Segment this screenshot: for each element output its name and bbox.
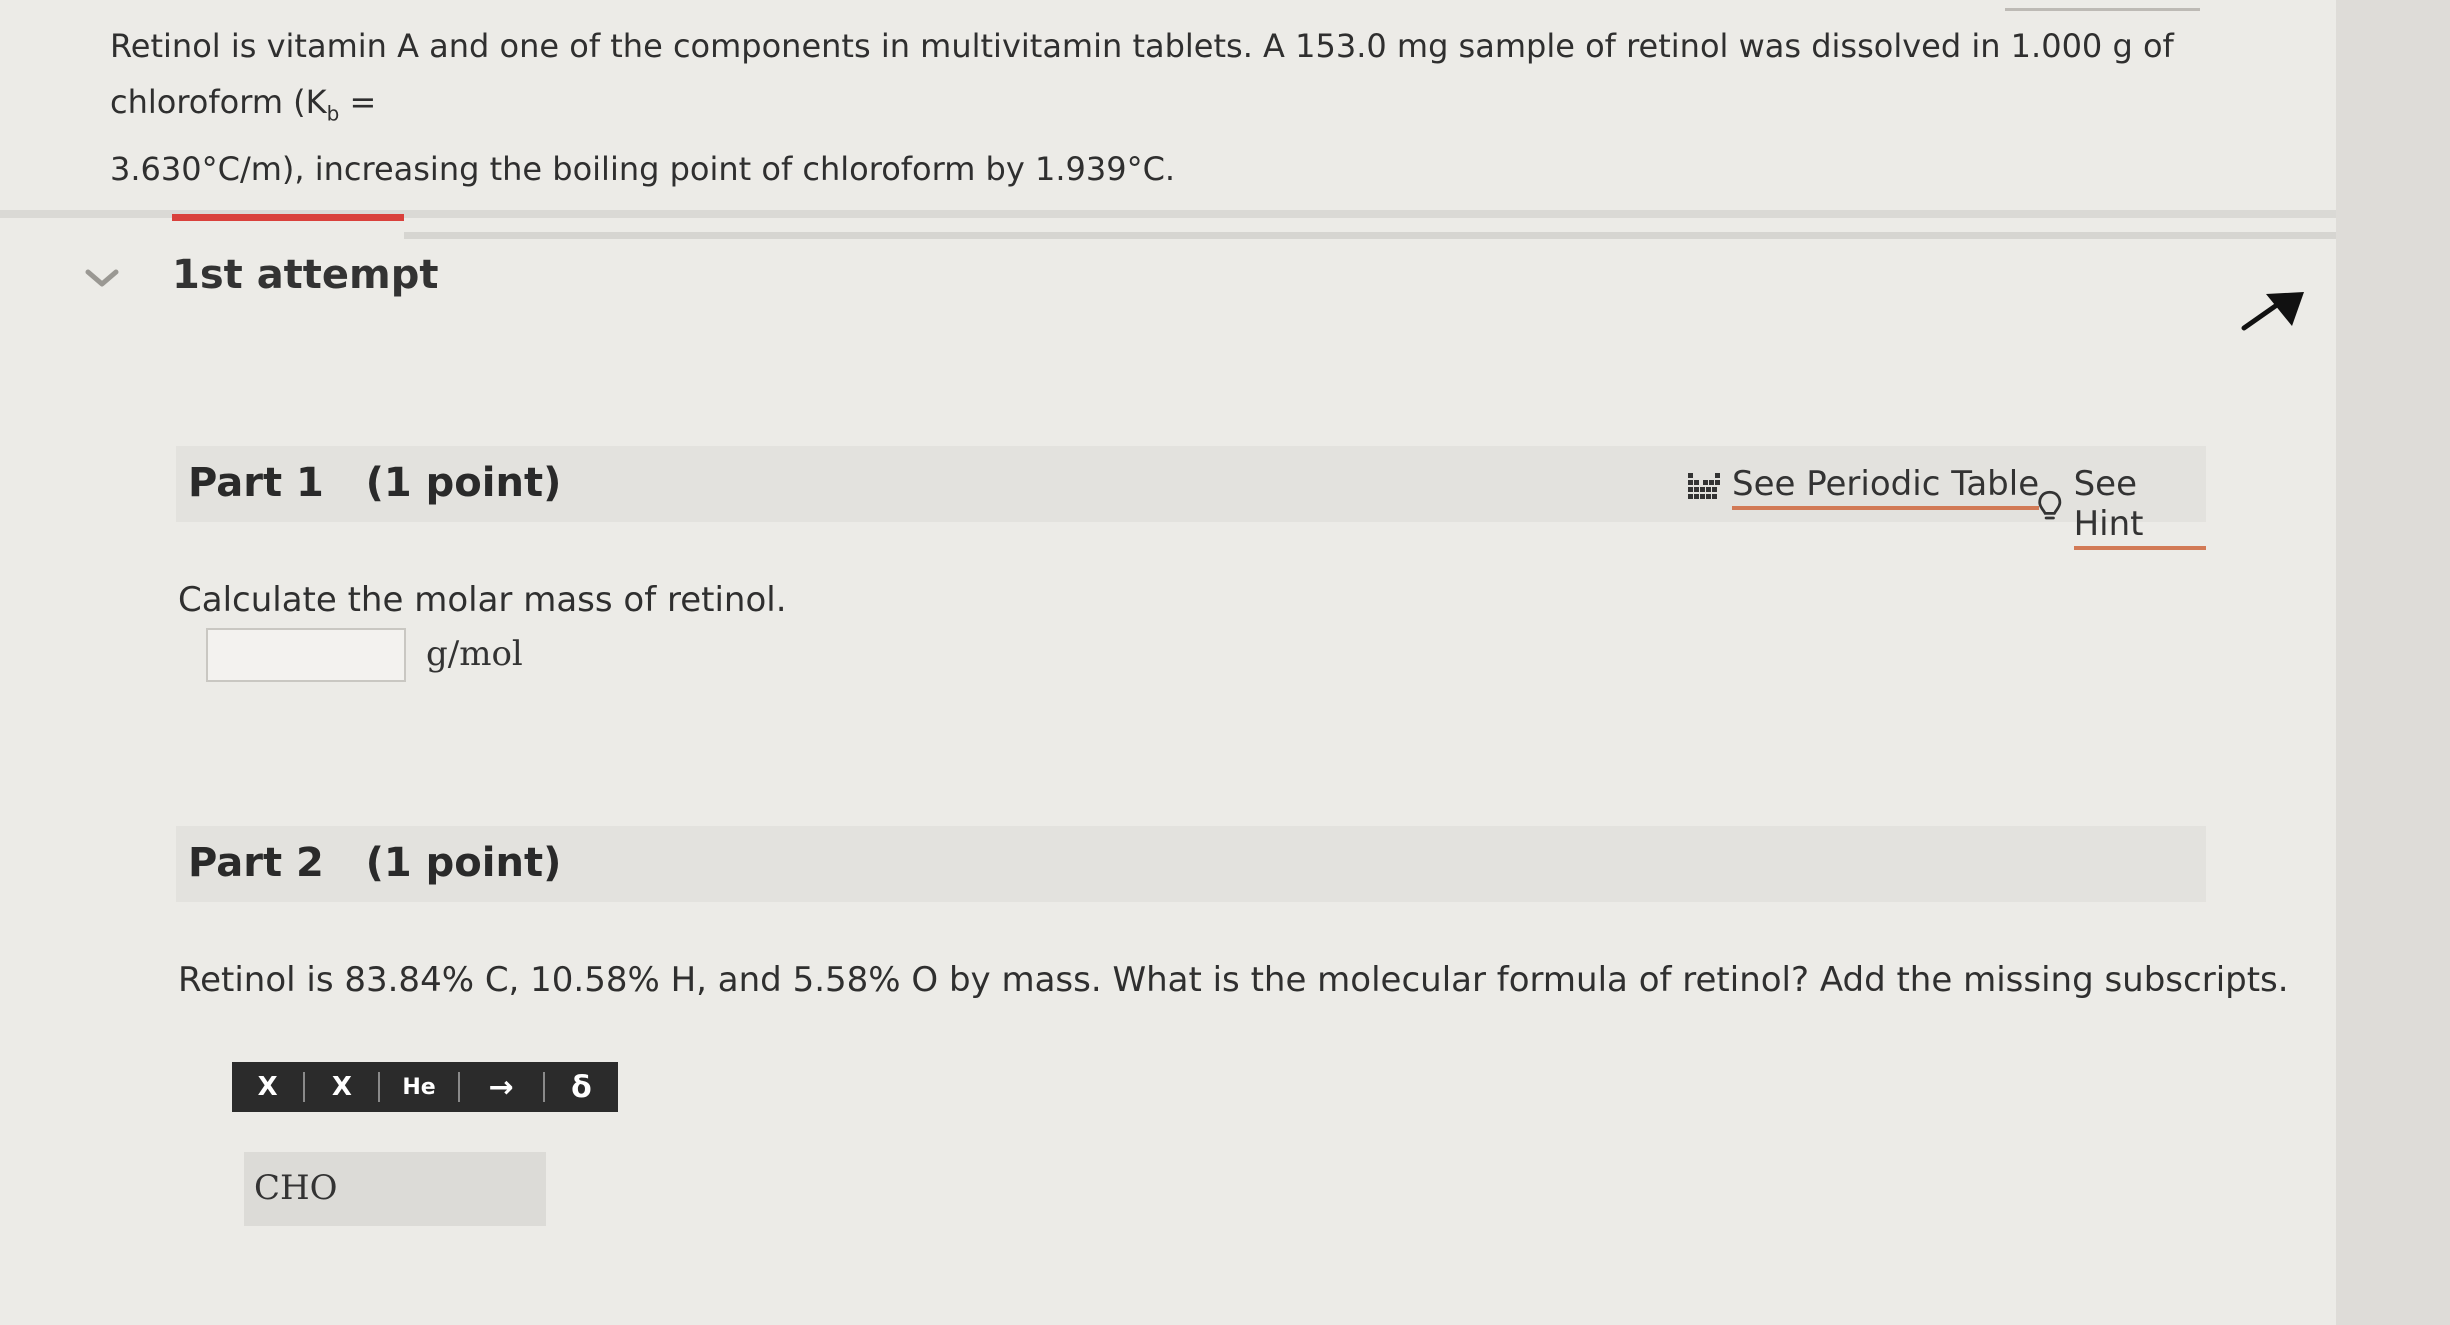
see-hint-label: See Hint (2073, 464, 2206, 550)
periodic-table-icon (1688, 473, 1720, 499)
formula-toolbar: X X He → δ (232, 1062, 618, 1112)
subscript-button[interactable]: X (305, 1062, 378, 1112)
top-divider (2005, 8, 2200, 11)
part2-title: Part 2 (1 point) (188, 840, 562, 886)
molecular-formula-input[interactable]: CHO (244, 1152, 546, 1226)
question-line-2: 3.630°C/m), increasing the boiling point… (110, 150, 1176, 189)
kb-subscript: b (326, 101, 340, 126)
part2-header: Part 2 (1 point) (176, 826, 2206, 902)
reaction-arrow-button[interactable]: → (460, 1062, 543, 1112)
right-edge-strip (2336, 0, 2450, 1325)
see-hint-link[interactable]: See Hint (2036, 464, 2206, 550)
attempt-progress-indicator (172, 214, 404, 221)
attempt-heading: 1st attempt (172, 252, 439, 298)
part1-header: Part 1 (1 point) See Periodic Table See … (176, 446, 2206, 550)
see-periodic-table-link[interactable]: See Periodic Table (1686, 464, 2040, 510)
element-button[interactable]: He (380, 1062, 457, 1112)
delta-symbol-button[interactable]: δ (545, 1062, 618, 1112)
question-text: Retinol is vitamin A and one of the comp… (110, 18, 2190, 197)
lightbulb-icon (2038, 490, 2062, 520)
part2-question: Retinol is 83.84% C, 10.58% H, and 5.58%… (178, 960, 2289, 1000)
question-line-1: Retinol is vitamin A and one of the comp… (110, 27, 2174, 126)
scroll-top-arrow-icon[interactable] (2234, 282, 2308, 338)
part1-title: Part 1 (1 point) (188, 460, 562, 506)
chevron-down-icon[interactable] (84, 266, 120, 290)
formula-text: CHO (254, 1168, 338, 1208)
part1-question: Calculate the molar mass of retinol. (178, 580, 787, 620)
attempt-divider (404, 232, 2336, 239)
superscript-button[interactable]: X (232, 1062, 303, 1112)
see-periodic-table-label: See Periodic Table (1732, 464, 2040, 510)
molar-mass-input[interactable] (206, 628, 406, 682)
molar-mass-unit: g/mol (426, 634, 523, 674)
